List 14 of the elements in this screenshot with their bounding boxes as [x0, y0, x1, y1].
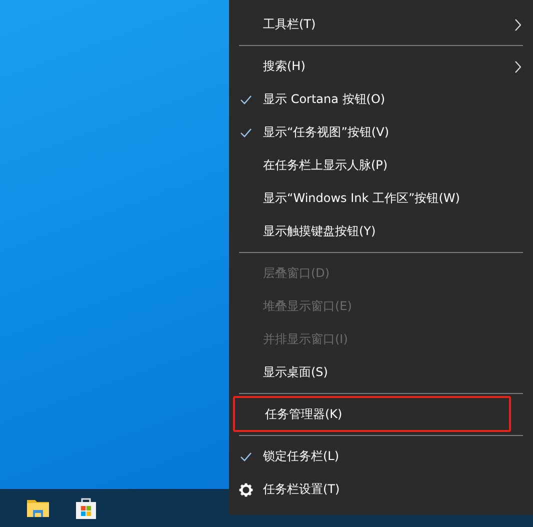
- menu-item[interactable]: 显示触摸键盘按钮(Y): [229, 215, 533, 248]
- menu-item[interactable]: 锁定任务栏(L): [229, 440, 533, 473]
- menu-item[interactable]: 显示桌面(S): [229, 356, 533, 389]
- store-bag-icon[interactable]: [74, 496, 98, 520]
- menu-item[interactable]: 显示“Windows Ink 工作区”按钮(W): [229, 182, 533, 215]
- menu-item[interactable]: 显示 Cortana 按钮(O): [229, 83, 533, 116]
- menu-item[interactable]: 搜索(H): [229, 50, 533, 83]
- menu-item[interactable]: 任务管理器(K): [233, 396, 511, 432]
- menu-item[interactable]: 在任务栏上显示人脉(P): [229, 149, 533, 182]
- menu-item[interactable]: 显示“任务视图”按钮(V): [229, 116, 533, 149]
- menu-item[interactable]: 任务栏设置(T): [229, 473, 533, 506]
- gear-icon: [239, 482, 253, 496]
- folder-icon[interactable]: [26, 498, 50, 518]
- menu-item[interactable]: 工具栏(T): [229, 8, 533, 41]
